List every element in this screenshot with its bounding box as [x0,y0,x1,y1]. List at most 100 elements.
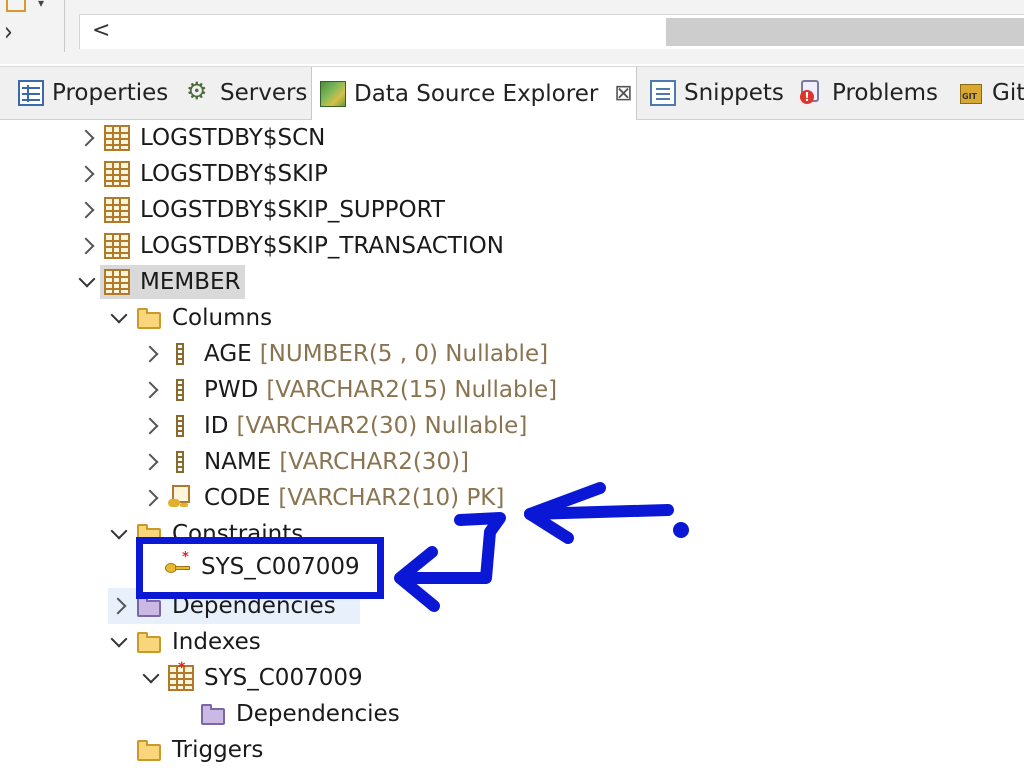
constraint-name: SYS_C007009 [201,554,360,580]
view-tab-bar: Properties Servers Data Source Explorer … [0,66,1024,120]
tab-label: Properties [52,80,169,106]
expand-chevron-icon[interactable] [140,415,162,437]
column-type: [VARCHAR2(30)] [279,449,470,475]
tab-git[interactable]: Git [958,67,1024,119]
tree-item-table[interactable]: LOGSTDBY$SKIP_TRANSACTION [76,228,504,264]
expand-chevron-icon[interactable] [140,487,162,509]
tree-item-column[interactable]: ID [VARCHAR2(30) Nullable] [140,408,527,444]
column-icon [168,377,194,403]
data-source-explorer-icon [320,80,346,107]
expand-chevron-icon[interactable] [76,199,98,221]
tab-problems[interactable]: Problems [798,67,938,119]
folder-label: Triggers [172,737,264,763]
index-name: SYS_C007009 [204,665,363,691]
database-tree: LOGSTDBY$SCN LOGSTDBY$SKIP LOGSTDBY$SKIP… [0,119,1024,768]
tree-item-indexes-folder[interactable]: Indexes [108,624,261,660]
expand-chevron-icon[interactable] [108,595,130,617]
expand-chevron-icon[interactable] [140,379,162,401]
tab-label: Problems [832,80,939,106]
collapse-chevron-icon[interactable] [108,523,130,545]
folder-label: Dependencies [236,701,400,727]
column-name: CODE [204,485,271,511]
column-type: [VARCHAR2(15) Nullable] [266,377,558,403]
index-icon: * [168,660,194,691]
collapse-chevron-icon[interactable] [108,631,130,653]
column-name: NAME [204,449,272,475]
primary-key-column-icon [168,485,194,511]
column-icon [168,341,194,367]
tree-item-column[interactable]: NAME [VARCHAR2(30)] [140,444,469,480]
folder-icon [200,701,226,727]
column-name: PWD [204,377,259,403]
new-marker-icon: * [178,660,186,676]
column-name: AGE [204,341,252,367]
scroll-left-button[interactable]: < [92,18,110,43]
table-icon [104,233,130,259]
tree-item-column[interactable]: PWD [VARCHAR2(15) Nullable] [140,372,557,408]
table-name: LOGSTDBY$SCN [140,125,326,151]
new-marker-icon: * [182,550,189,565]
tree-item-table[interactable]: LOGSTDBY$SCN [76,120,325,156]
folder-icon [6,0,26,12]
column-type: [VARCHAR2(10) PK] [278,485,505,511]
folder-icon [136,305,162,331]
table-icon [104,197,130,223]
expand-chevron-icon[interactable] [76,235,98,257]
annotation-highlight-box: * SYS_C007009 [136,537,384,599]
folder-icon [136,737,162,763]
scrollbar-thumb[interactable] [666,18,1024,46]
tree-item-table-member[interactable]: MEMBER [76,264,245,300]
column-type: [VARCHAR2(30) Nullable] [236,413,528,439]
column-icon [168,413,194,439]
chevron-right-icon[interactable]: › [4,18,13,48]
close-icon[interactable]: ⊠ [614,81,632,106]
tree-item-column-primary-key[interactable]: CODE [VARCHAR2(10) PK] [140,480,504,516]
expand-chevron-icon[interactable] [140,343,162,365]
selected-tree-item[interactable]: MEMBER [100,265,245,299]
snippets-icon [650,80,676,106]
folder-label: Columns [172,305,273,331]
tree-item-constraint[interactable]: * SYS_C007009 [165,549,360,585]
expand-chevron-icon[interactable] [140,451,162,473]
tree-item-index-dependencies[interactable]: Dependencies [172,696,400,732]
tree-item-table[interactable]: LOGSTDBY$SKIP_SUPPORT [76,192,445,228]
tree-item-column[interactable]: AGE [NUMBER(5 , 0) Nullable] [140,336,548,372]
tree-item-index[interactable]: * SYS_C007009 [140,660,363,696]
table-icon [104,125,130,151]
collapse-chevron-icon[interactable] [140,667,162,689]
table-name: LOGSTDBY$SKIP_SUPPORT [140,197,445,223]
dropdown-arrow-icon[interactable]: ▾ [38,0,44,10]
tree-item-triggers-folder[interactable]: Triggers [108,732,263,768]
table-name: LOGSTDBY$SKIP [140,161,328,187]
table-icon [104,269,130,295]
editor-area: ▾ › < [0,0,1024,64]
tab-servers[interactable]: Servers [186,67,307,119]
horizontal-scrollbar[interactable]: < [79,14,1024,49]
tab-label: Git [992,80,1024,106]
column-type: [NUMBER(5 , 0) Nullable] [259,341,549,367]
table-name: MEMBER [140,269,241,295]
table-icon [104,161,130,187]
collapse-chevron-icon[interactable] [108,307,130,329]
git-icon [958,80,984,106]
folder-label: Indexes [172,629,261,655]
expand-chevron-icon[interactable] [76,127,98,149]
tab-label: Snippets [684,80,784,106]
editor-toolbar-stub: ▾ › [0,0,65,52]
problems-icon [798,80,824,106]
servers-icon [186,77,212,106]
tree-item-columns-folder[interactable]: Columns [108,300,272,336]
tab-snippets[interactable]: Snippets [650,67,784,119]
collapse-chevron-icon[interactable] [76,271,98,293]
column-name: ID [204,413,229,439]
tab-properties[interactable]: Properties [18,67,168,119]
tab-label: Data Source Explorer [354,80,599,107]
properties-icon [18,80,44,106]
expand-chevron-icon[interactable] [76,163,98,185]
tree-item-table[interactable]: LOGSTDBY$SKIP [76,156,328,192]
tab-data-source-explorer[interactable]: Data Source Explorer ⊠ [311,67,637,120]
key-icon: * [165,550,191,580]
tab-label: Servers [220,80,308,106]
folder-icon [136,629,162,655]
column-icon [168,449,194,475]
